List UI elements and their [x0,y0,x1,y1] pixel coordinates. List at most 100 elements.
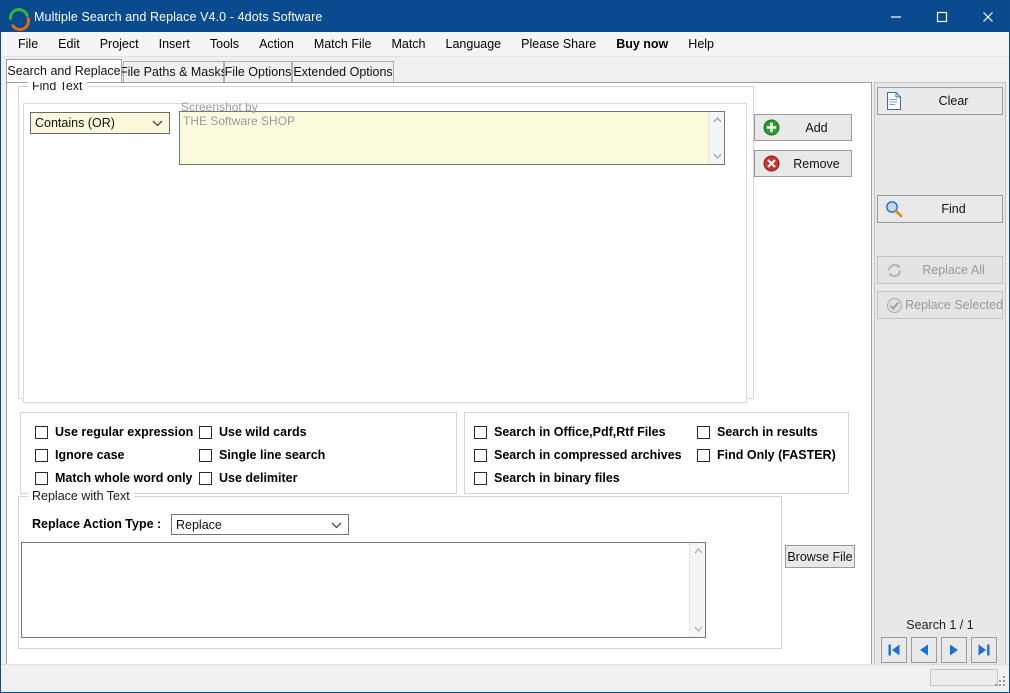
replace-arrows-icon [883,259,905,281]
checkbox-box [199,426,212,439]
checkbox-label: Ignore case [55,448,124,462]
menu-item-help[interactable]: Help [678,34,724,54]
find-text-input[interactable]: THE Software SHOP [179,111,725,165]
next-icon [946,642,962,658]
replace-action-type-select[interactable]: Replace [171,514,349,535]
clear-button-label: Clear [905,94,1002,108]
nav-previous-button[interactable] [911,637,937,663]
menu-item-language[interactable]: Language [436,34,512,54]
match-type-value: Contains (OR) [35,116,115,130]
chevron-down-icon [152,116,163,130]
menu-item-project[interactable]: Project [90,34,149,54]
checkbox-label: Use regular expression [55,425,193,439]
checkbox-label: Search in compressed archives [494,448,682,462]
right-action-panel [874,82,1006,666]
replace-group-title: Replace with Text [28,489,134,503]
scroll-down-icon[interactable] [709,148,725,164]
nav-next-button[interactable] [941,637,967,663]
screenshot-watermark-label: Screenshot by [181,100,258,114]
scroll-up-icon[interactable] [709,112,725,128]
search-counter: Search 1 / 1 [877,618,1003,632]
status-bar-panel [930,669,998,686]
browse-file-button[interactable]: Browse File [785,545,855,568]
scroll-down-icon[interactable] [690,621,706,637]
checkbox-search-in-results[interactable]: Search in results [697,425,818,439]
menu-item-buy-now[interactable]: Buy now [606,34,678,54]
tab-file-options[interactable]: File Options [224,61,292,82]
checkbox-label: Search in Office,Pdf,Rtf Files [494,425,666,439]
remove-button-label: Remove [782,157,851,171]
checkbox-search-in-binary-files[interactable]: Search in binary files [474,471,620,485]
remove-circle-icon [760,153,782,175]
checkbox-box [199,449,212,462]
menu-bar: File Edit Project Insert Tools Action Ma… [2,32,1010,57]
checkbox-box [474,426,487,439]
checkbox-match-whole-word-only[interactable]: Match whole word only [35,471,193,485]
checkbox-label: Use wild cards [219,425,307,439]
chevron-down-icon [331,518,342,532]
first-icon [886,642,902,658]
menu-item-tools[interactable]: Tools [200,34,249,54]
replace-selected-label: Replace Selected [905,298,1003,312]
replace-text-scrollbar[interactable] [689,543,705,637]
last-icon [976,642,992,658]
replace-action-type-label: Replace Action Type : [32,517,161,531]
checkbox-label: Use delimiter [219,471,298,485]
clear-button[interactable]: Clear [877,87,1003,115]
magnifier-icon [883,198,905,220]
checkbox-box [35,426,48,439]
search-options-group-left: Use regular expression Use wild cards Ig… [20,412,457,494]
window-title: Multiple Search and Replace V4.0 - 4dots… [34,10,322,24]
checkbox-single-line-search[interactable]: Single line search [199,448,325,462]
match-type-select[interactable]: Contains (OR) [30,112,170,134]
replace-selected-button[interactable]: Replace Selected [877,291,1003,319]
find-button-label: Find [905,202,1002,216]
menu-item-insert[interactable]: Insert [149,34,200,54]
checkbox-label: Search in results [717,425,818,439]
replace-text-input[interactable] [21,542,706,638]
replace-all-button[interactable]: Replace All [877,256,1003,284]
checkbox-find-only-faster[interactable]: Find Only (FASTER) [697,448,836,462]
browse-file-label: Browse File [786,550,854,564]
checkbox-label: Search in binary files [494,471,620,485]
checkbox-use-regular-expression[interactable]: Use regular expression [35,425,193,439]
document-icon [883,90,905,112]
menu-item-file[interactable]: File [8,34,48,54]
resize-grip-icon[interactable] [995,676,1007,688]
checkbox-use-wild-cards[interactable]: Use wild cards [199,425,307,439]
remove-button[interactable]: Remove [754,150,852,177]
replace-action-type-value: Replace [176,518,222,532]
checkbox-ignore-case[interactable]: Ignore case [35,448,124,462]
minimize-icon[interactable] [873,1,919,32]
checkbox-search-in-office-pdf-rtf-files[interactable]: Search in Office,Pdf,Rtf Files [474,425,666,439]
checkbox-box [199,472,212,485]
checkbox-box [474,472,487,485]
checkbox-box [35,449,48,462]
nav-first-button[interactable] [881,637,907,663]
close-icon[interactable] [965,1,1010,32]
find-text-scrollbar[interactable] [708,112,724,164]
tab-file-paths-and-masks[interactable]: File Paths & Masks [123,61,224,82]
title-bar: Multiple Search and Replace V4.0 - 4dots… [1,1,1010,32]
checkbox-label: Match whole word only [55,471,193,485]
find-button[interactable]: Find [877,195,1003,223]
menu-item-edit[interactable]: Edit [48,34,90,54]
scroll-up-icon[interactable] [690,543,706,559]
menu-item-match-file[interactable]: Match File [304,34,382,54]
maximize-icon[interactable] [919,1,965,32]
app-logo-icon [8,8,26,26]
checkbox-use-delimiter[interactable]: Use delimiter [199,471,298,485]
menu-item-action[interactable]: Action [249,34,304,54]
previous-icon [916,642,932,658]
checkbox-box [35,472,48,485]
menu-item-please-share[interactable]: Please Share [511,34,606,54]
tab-strip: Search and Replace File Paths & Masks Fi… [6,61,1006,83]
checkbox-search-in-compressed-archives[interactable]: Search in compressed archives [474,448,682,462]
add-button[interactable]: Add [754,114,852,141]
application-window: Multiple Search and Replace V4.0 - 4dots… [0,0,1010,693]
tab-search-and-replace[interactable]: Search and Replace [6,59,122,82]
checkbox-box [697,449,710,462]
tab-extended-options[interactable]: Extended Options [292,61,394,82]
menu-item-match[interactable]: Match [381,34,435,54]
nav-last-button[interactable] [971,637,997,663]
